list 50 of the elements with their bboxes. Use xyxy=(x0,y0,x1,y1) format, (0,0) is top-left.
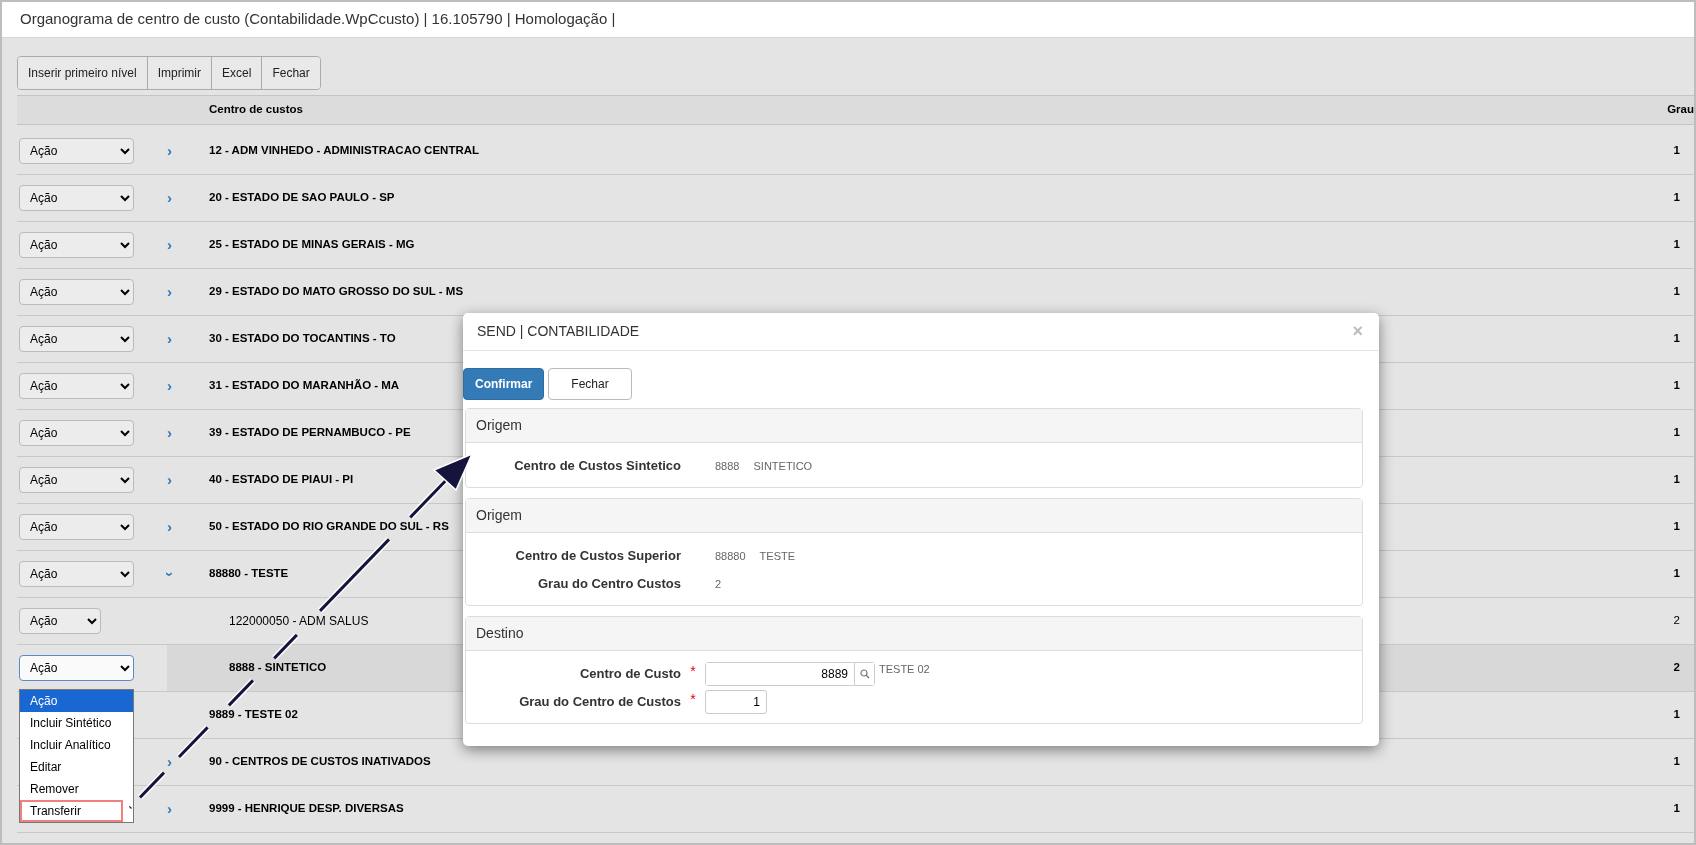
cost-center-name: 29 - ESTADO DO MATO GROSSO DO SUL - MS xyxy=(209,285,464,298)
field-label: Centro de Custos Sintetico xyxy=(513,457,681,476)
window-title: Organograma de centro de custo (Contabilidade.WpCcusto) | 16.105790 | Homologação | xyxy=(20,9,616,30)
required-mark: * xyxy=(690,691,696,707)
grau-value: 1 xyxy=(1673,708,1680,721)
section-heading: Destino xyxy=(466,617,1362,651)
cost-center-name: 30 - ESTADO DO TOCANTINS - TO xyxy=(209,332,396,345)
grau-value: 2 xyxy=(1673,614,1680,627)
required-mark: * xyxy=(690,663,696,679)
section-heading: Origem xyxy=(466,499,1362,533)
field-label: Centro de Custo xyxy=(578,665,681,684)
cost-center-name: 9999 - HENRIQUE DESP. DIVERSAS xyxy=(209,802,404,815)
cost-center-name: 40 - ESTADO DE PIAUI - PI xyxy=(209,473,354,486)
cost-center-name: 88880 - TESTE xyxy=(209,567,289,580)
grau-value: 1 xyxy=(1673,191,1680,204)
field-value: 8888 xyxy=(715,458,740,474)
grau-value: 2 xyxy=(1673,661,1680,674)
grau-value: 1 xyxy=(1673,332,1680,345)
cost-center-name: 39 - ESTADO DE PERNAMBUCO - PE xyxy=(209,426,411,439)
field-value: 88880 xyxy=(715,548,746,564)
cost-center-name: 20 - ESTADO DE SAO PAULO - SP xyxy=(209,191,395,204)
cost-center-name: 122000050 - ADM SALUS xyxy=(228,613,369,628)
cost-center-name: 31 - ESTADO DO MARANHÃO - MA xyxy=(209,379,400,392)
grau-value: 1 xyxy=(1673,285,1680,298)
grau-value: 1 xyxy=(1673,520,1680,533)
cost-center-name: 50 - ESTADO DO RIO GRANDE DO SUL - RS xyxy=(209,520,449,533)
dialog-title: SEND | CONTABILIDADE xyxy=(477,322,640,341)
field-description: TESTE 02 xyxy=(879,662,930,677)
grau-value: 1 xyxy=(1673,238,1680,251)
cost-center-name: 9889 - TESTE 02 xyxy=(209,708,298,721)
field-label: Grau do Centro de Custos xyxy=(518,693,681,712)
grau-value: 1 xyxy=(1673,426,1680,439)
grau-value: 1 xyxy=(1673,567,1680,580)
section-heading: Origem xyxy=(466,409,1362,443)
cost-center-name: 25 - ESTADO DE MINAS GERAIS - MG xyxy=(209,238,415,251)
grau-value: 1 xyxy=(1673,473,1680,486)
grau-value: 1 xyxy=(1673,379,1680,392)
field-label: Centro de Custos Superior xyxy=(514,547,681,566)
field-description: TESTE xyxy=(759,548,796,564)
field-label: Grau do Centro Custos xyxy=(537,575,681,594)
column-header: Centro de custos xyxy=(209,103,303,116)
field-description: SINTETICO xyxy=(753,458,813,474)
cost-center-name: 90 - CENTROS DE CUSTOS INATIVADOS xyxy=(209,755,431,768)
grau-value: 1 xyxy=(1673,755,1680,768)
grau-value: 1 xyxy=(1673,144,1680,157)
field-value: 2 xyxy=(715,576,722,592)
cost-center-name: 12 - ADM VINHEDO - ADMINISTRACAO CENTRAL xyxy=(209,144,480,157)
cost-center-name: 8888 - SINTETICO xyxy=(228,661,327,674)
column-header: Grau xyxy=(1667,103,1694,116)
grau-value: 1 xyxy=(1673,802,1680,815)
